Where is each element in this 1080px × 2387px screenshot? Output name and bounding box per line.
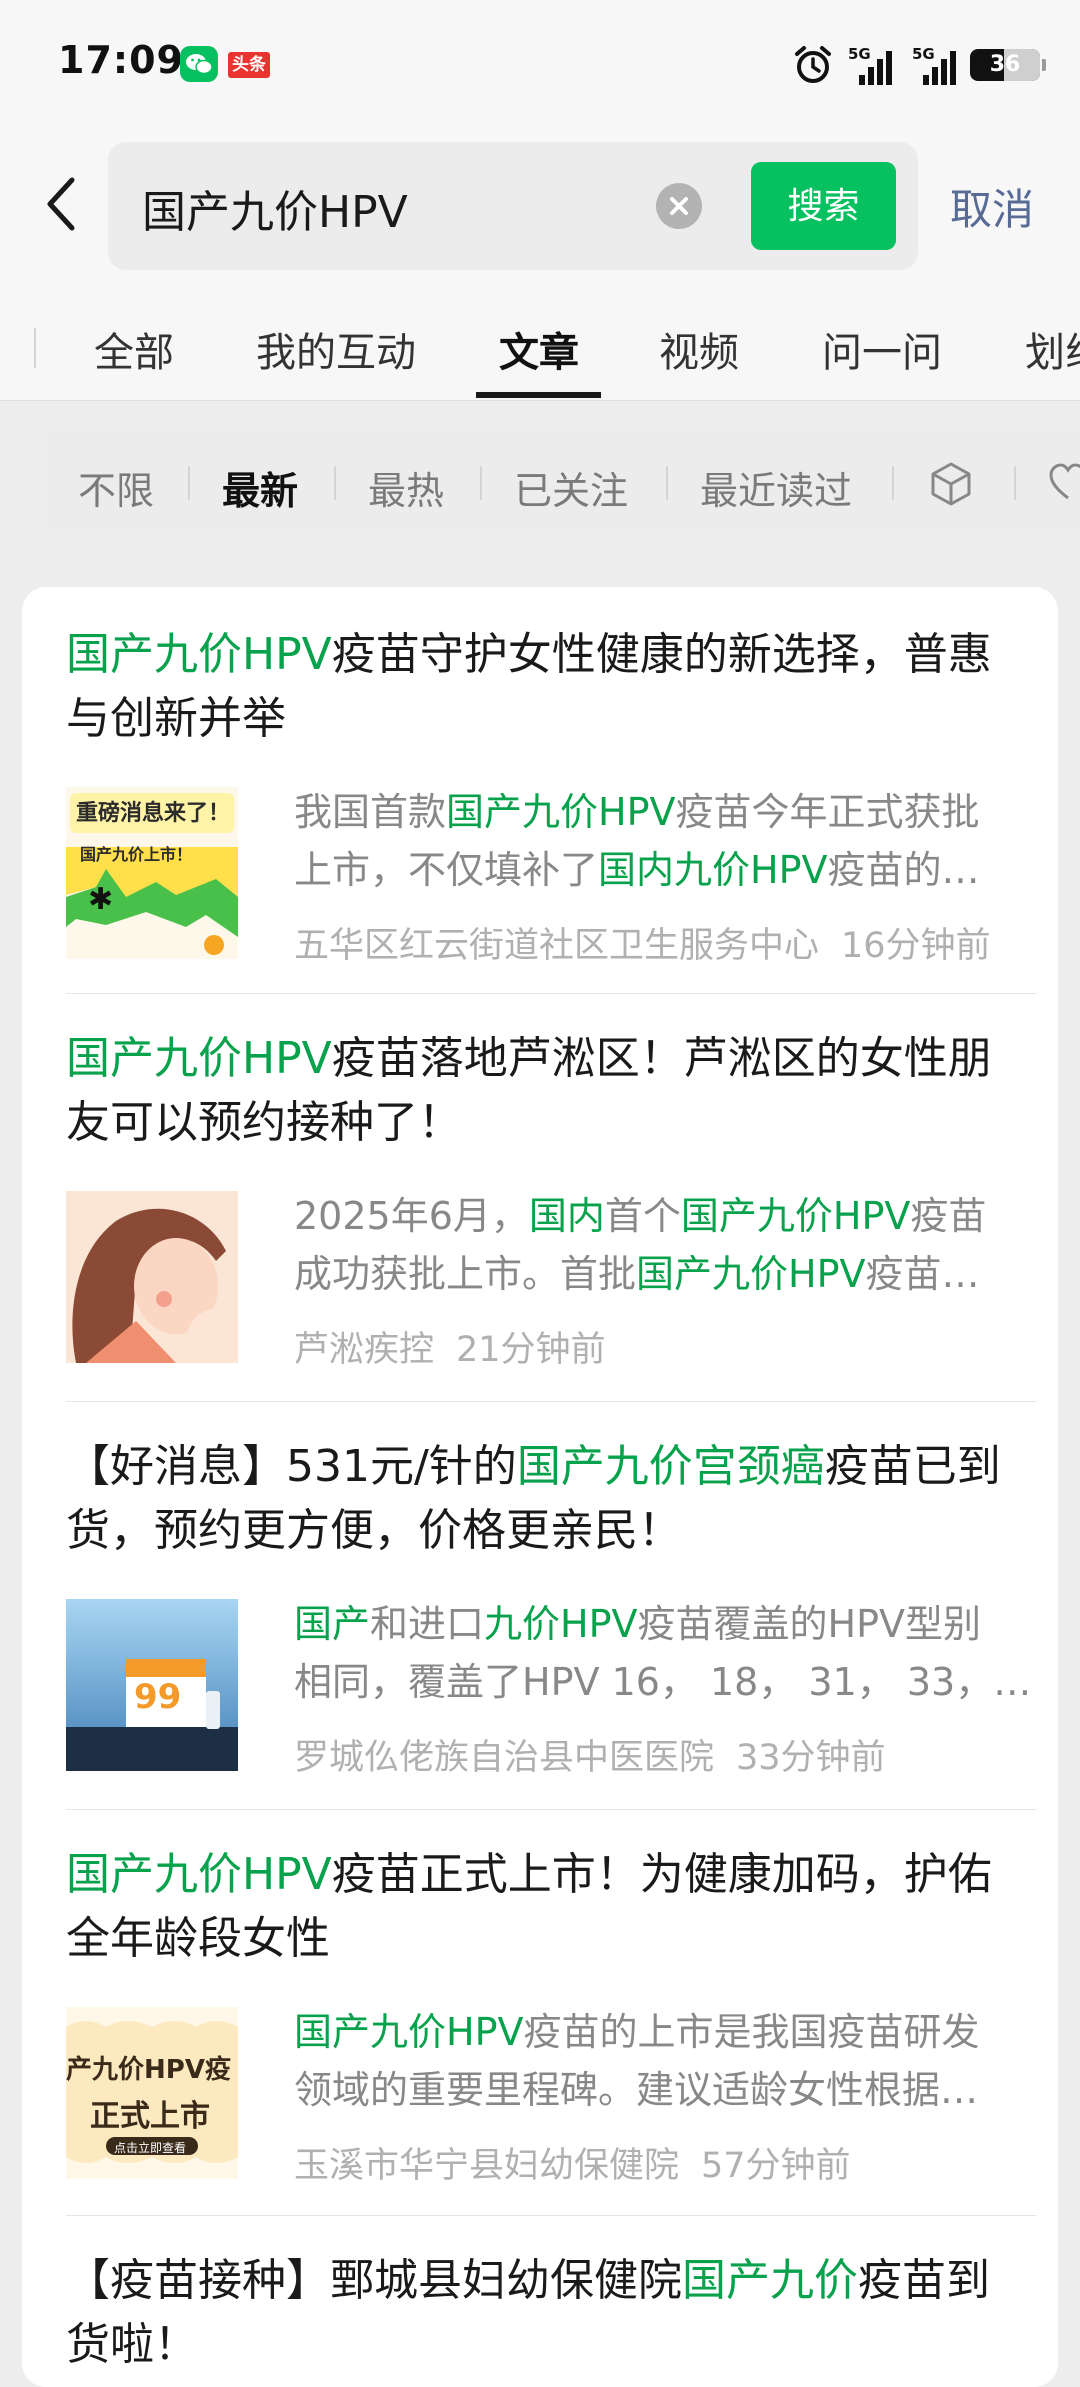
wechat-icon bbox=[180, 46, 218, 82]
tab-bar: 全部 我的互动 文章 视频 问一问 划线 bbox=[0, 300, 1080, 401]
status-icons: 5G 5G 36 bbox=[792, 40, 1046, 90]
active-tab-indicator bbox=[476, 392, 601, 398]
result-snippet: 我国首款国产九价HPV疫苗今年正式获批 上市，不仅填补了国内九价HPV疫苗的… bbox=[294, 790, 980, 892]
result-meta: 罗城仫佬族自治县中医医院 33分钟前 bbox=[294, 1729, 886, 1780]
toutiao-icon: 头条 bbox=[228, 52, 270, 78]
cube-icon[interactable] bbox=[928, 460, 974, 508]
tab-highlights[interactable]: 划线 bbox=[1025, 320, 1080, 378]
clear-icon[interactable] bbox=[656, 183, 702, 229]
back-chevron-icon[interactable] bbox=[40, 172, 84, 236]
search-input[interactable]: 国产九价HPV bbox=[142, 176, 408, 240]
result-divider bbox=[66, 1809, 1036, 1810]
result-divider bbox=[66, 1401, 1036, 1402]
result-title[interactable]: 国产九价HPV疫苗正式上市！为健康加码，护佑全年龄段女性 bbox=[66, 1843, 1016, 1971]
tab-my-interactions[interactable]: 我的互动 bbox=[256, 320, 416, 378]
result-source: 罗城仫佬族自治县中医医院 bbox=[294, 1738, 715, 1778]
result-source: 五华区红云街道社区卫生服务中心 bbox=[294, 926, 820, 966]
result-thumbnail: 产九价HPV疫 正式上市 点击立即查看 bbox=[66, 2007, 238, 2179]
cancel-button[interactable]: 取消 bbox=[950, 176, 1034, 237]
result-time: 21分钟前 bbox=[456, 1330, 606, 1370]
result-title[interactable]: 国产九价HPV疫苗守护女性健康的新选择，普惠与创新并举 bbox=[66, 623, 1016, 751]
title-highlight: 国产九价HPV bbox=[66, 629, 332, 680]
filter-hottest[interactable]: 最热 bbox=[368, 460, 444, 515]
filter-recently-read[interactable]: 最近读过 bbox=[700, 460, 852, 515]
search-box[interactable]: 国产九价HPV 搜索 bbox=[108, 142, 918, 270]
battery-level: 36 bbox=[989, 52, 1021, 77]
tab-articles[interactable]: 文章 bbox=[499, 320, 579, 378]
status-time: 17:09 bbox=[58, 38, 184, 82]
result-divider bbox=[66, 2215, 1036, 2216]
result-divider bbox=[66, 993, 1036, 994]
result-meta: 玉溪市华宁县妇幼保健院 57分钟前 bbox=[294, 2137, 851, 2188]
signal-icon: 5G bbox=[848, 45, 892, 85]
filter-followed[interactable]: 已关注 bbox=[514, 460, 628, 515]
result-time: 16分钟前 bbox=[841, 926, 991, 966]
result-snippet: 国产九价HPV疫苗的上市是我国疫苗研发 领域的重要里程碑。建议适龄女性根据… bbox=[294, 2010, 980, 2112]
result-snippet: 国产和进口九价HPV疫苗覆盖的HPV型别 相同，覆盖了HPV 16， 18， 3… bbox=[294, 1602, 1029, 1704]
result-thumbnail: 99 bbox=[66, 1599, 238, 1771]
result-title[interactable]: 国产九价HPV疫苗落地芦淞区！芦淞区的女性朋友可以预约接种了！ bbox=[66, 1027, 1016, 1155]
result-source: 玉溪市华宁县妇幼保健院 bbox=[294, 2146, 680, 2186]
search-button[interactable]: 搜索 bbox=[751, 162, 896, 250]
status-bar: 17:09 头条 5G 5G 36 bbox=[0, 0, 1080, 128]
result-time: 33分钟前 bbox=[736, 1738, 886, 1778]
thumbnail-text: 产九价HPV疫 bbox=[66, 2055, 231, 2085]
result-snippet: 2025年6月，国内首个国产九价HPV疫苗 成功获批上市。首批国产九价HPV疫苗… bbox=[294, 1194, 987, 1296]
tab-all[interactable]: 全部 bbox=[94, 320, 174, 378]
heart-icon[interactable] bbox=[1048, 462, 1080, 504]
filter-latest[interactable]: 最新 bbox=[222, 460, 298, 515]
tab-videos[interactable]: 视频 bbox=[659, 320, 739, 378]
signal-icon: 5G bbox=[906, 45, 956, 85]
result-thumbnail: ✱ 重磅消息来了！ 国产九价上市！ bbox=[66, 787, 238, 959]
thumbnail-text: 重磅消息来了！ bbox=[76, 801, 231, 826]
result-meta: 芦淞疾控 21分钟前 bbox=[294, 1321, 606, 1372]
tab-separator bbox=[34, 328, 36, 368]
tab-ask[interactable]: 问一问 bbox=[822, 320, 942, 378]
thumbnail-text: 99 bbox=[134, 1677, 182, 1717]
result-source: 芦淞疾控 bbox=[294, 1330, 435, 1370]
alarm-icon bbox=[795, 46, 831, 83]
results-card: 国产九价HPV疫苗守护女性健康的新选择，普惠与创新并举 ✱ 重磅消息来了！ 国产… bbox=[22, 587, 1058, 2387]
svg-text:✱: ✱ bbox=[88, 882, 113, 917]
thumbnail-text: 国产九价上市！ bbox=[80, 845, 193, 864]
filter-bar: 不限 最新 最热 已关注 最近读过 bbox=[42, 432, 1080, 532]
thumbnail-text: 点击立即查看 bbox=[114, 2141, 187, 2155]
result-thumbnail bbox=[66, 1191, 238, 1363]
battery-icon: 36 bbox=[970, 49, 1046, 81]
result-meta: 五华区红云街道社区卫生服务中心 16分钟前 bbox=[294, 917, 991, 968]
result-title[interactable]: 【好消息】531元/针的国产九价宫颈癌疫苗已到货，预约更方便，价格更亲民！ bbox=[66, 1435, 1016, 1563]
result-title[interactable]: 【疫苗接种】鄄城县妇幼保健院国产九价疫苗到货啦！ bbox=[66, 2249, 1016, 2377]
result-time: 57分钟前 bbox=[701, 2146, 851, 2186]
thumbnail-text: 正式上市 bbox=[90, 2099, 210, 2134]
filter-any[interactable]: 不限 bbox=[78, 460, 154, 515]
